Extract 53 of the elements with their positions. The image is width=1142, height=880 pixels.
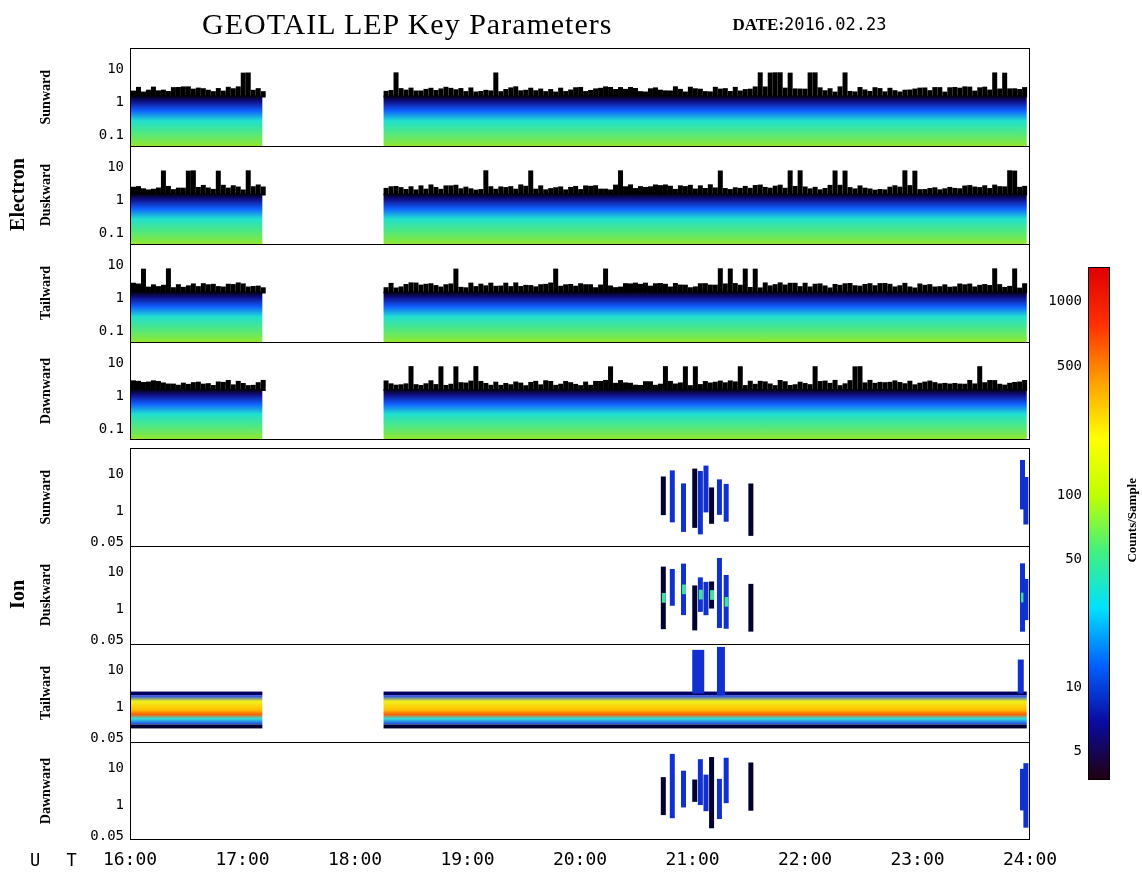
color-scale-label: Counts/Sample bbox=[1124, 477, 1140, 563]
tick-label: 1 bbox=[115, 599, 124, 616]
panel-label: Tailward bbox=[38, 266, 54, 320]
date-key: DATE: bbox=[732, 14, 785, 35]
tick-label: 0.05 bbox=[90, 729, 124, 746]
tick-label: 1 bbox=[115, 501, 124, 518]
tick-label: 1 bbox=[115, 190, 124, 207]
tick-label: 10 bbox=[107, 660, 124, 677]
tick-label: 22:00 bbox=[777, 848, 833, 869]
tick-label: 1 bbox=[115, 92, 124, 109]
species-label: Ion bbox=[5, 579, 29, 609]
tick-label: 0.05 bbox=[90, 631, 124, 648]
tick-label: 0.05 bbox=[90, 827, 124, 844]
panel-label: Duskward bbox=[38, 563, 54, 627]
tick-label: 10 bbox=[107, 59, 124, 76]
tick-label: 23:00 bbox=[890, 848, 945, 869]
tick-label: 0.1 bbox=[98, 224, 124, 241]
tick-label: 18:00 bbox=[327, 848, 383, 869]
tick-label: 1 bbox=[115, 697, 124, 714]
tick-label: 16:00 bbox=[102, 848, 158, 869]
panel-label: Sunward bbox=[38, 69, 54, 125]
tick-label: 10 bbox=[107, 157, 124, 174]
tick-label: 1 bbox=[115, 795, 124, 812]
tick-label: 10 bbox=[107, 353, 124, 370]
panel-label: Duskward bbox=[38, 163, 54, 227]
tick-label: 1 bbox=[115, 386, 124, 403]
plot-title: GEOTAIL LEP Key Parameters bbox=[202, 7, 613, 41]
tick-label: 0.1 bbox=[98, 322, 124, 339]
panel-label: Dawnward bbox=[38, 757, 54, 825]
tick-label: 24:00 bbox=[1002, 848, 1058, 869]
tick-label: 1000 bbox=[1048, 291, 1082, 308]
tick-label: 1 bbox=[115, 288, 124, 305]
tick-label: 500 bbox=[1056, 356, 1082, 373]
tick-label: 0.1 bbox=[98, 126, 124, 143]
tick-label: 10 bbox=[107, 464, 124, 481]
tick-label: 0.05 bbox=[90, 533, 124, 550]
tick-label: 5 bbox=[1073, 742, 1082, 759]
tick-label: 10 bbox=[107, 758, 124, 775]
species-label: Electron bbox=[5, 157, 29, 231]
tick-label: 100 bbox=[1056, 485, 1082, 502]
panel-label: Tailward bbox=[38, 666, 54, 720]
panel-label: Sunward bbox=[38, 469, 54, 525]
tick-label: 10 bbox=[107, 562, 124, 579]
tick-label: 10 bbox=[107, 255, 124, 272]
tick-label: 21:00 bbox=[665, 848, 720, 869]
tick-label: 17:00 bbox=[215, 848, 270, 869]
tick-label: 19:00 bbox=[440, 848, 495, 869]
tick-label: 10 bbox=[1065, 678, 1082, 695]
date-value: 2016.02.23 bbox=[784, 13, 887, 34]
tick-label: 50 bbox=[1065, 549, 1082, 566]
panel-label: Dawnward bbox=[38, 357, 54, 425]
tick-label: 20:00 bbox=[552, 848, 608, 869]
tick-label: 0.1 bbox=[98, 420, 124, 437]
